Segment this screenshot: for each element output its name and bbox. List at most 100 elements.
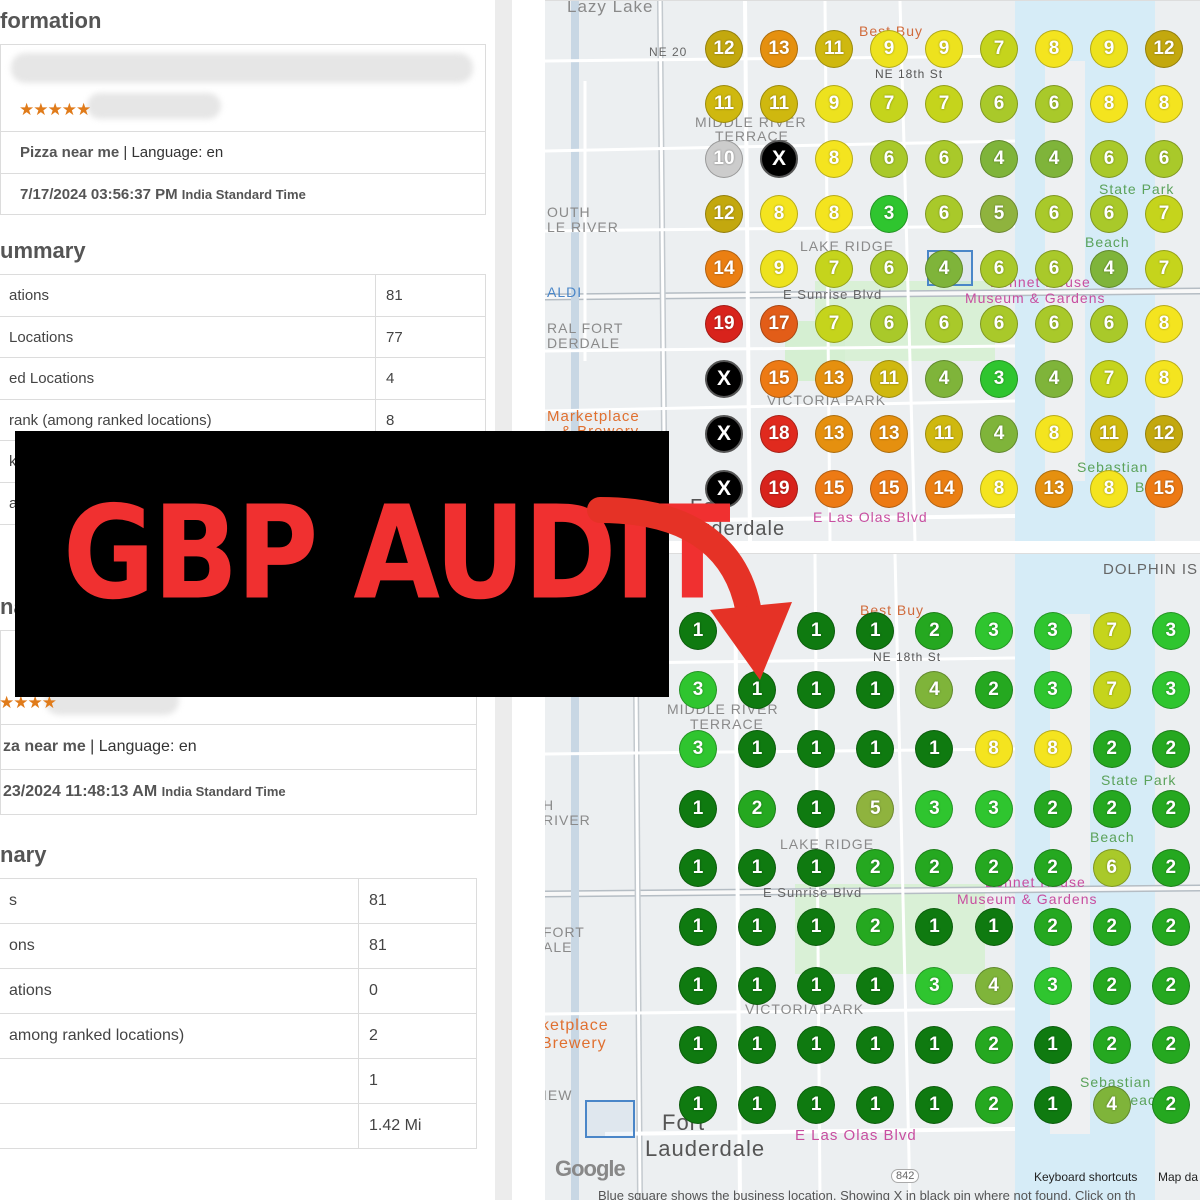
rank-pin[interactable]: 6	[1090, 305, 1128, 343]
rank-pin[interactable]: 3	[870, 195, 908, 233]
rank-pin[interactable]: 2	[974, 671, 1013, 710]
rank-pin[interactable]: 2	[738, 789, 777, 828]
rank-pin[interactable]: 1	[797, 1085, 836, 1124]
rank-pin[interactable]: 2	[1092, 730, 1131, 769]
rank-pin[interactable]: 6	[1035, 250, 1073, 288]
rank-pin[interactable]: 11	[1090, 415, 1128, 453]
rank-pin[interactable]: 1	[1033, 1026, 1072, 1065]
rank-pin[interactable]: 11	[705, 85, 743, 123]
rank-pin[interactable]: X	[760, 140, 798, 178]
rank-pin[interactable]: 13	[815, 360, 853, 398]
rank-pin[interactable]: 1	[679, 1085, 717, 1124]
rank-pin[interactable]: 8	[1145, 85, 1183, 123]
rank-pin[interactable]: 6	[925, 195, 963, 233]
rank-pin[interactable]: 7	[1092, 612, 1131, 650]
rank-pin[interactable]: 9	[925, 30, 963, 68]
rank-pin[interactable]: 9	[760, 250, 798, 288]
rank-pin[interactable]: 1	[1033, 1085, 1072, 1124]
rank-pin[interactable]: 2	[1092, 789, 1131, 828]
rank-pin[interactable]: 7	[815, 305, 853, 343]
rank-pin[interactable]: 6	[925, 305, 963, 343]
rank-pin[interactable]: 12	[1145, 30, 1183, 68]
rank-pin[interactable]: 6	[925, 140, 963, 178]
rank-pin[interactable]: 3	[1033, 671, 1072, 710]
rank-pin[interactable]: 13	[760, 30, 798, 68]
rank-pin[interactable]: 1	[856, 1085, 895, 1124]
rank-pin[interactable]: 3	[1033, 967, 1072, 1006]
rank-pin[interactable]: 7	[815, 250, 853, 288]
rank-pin[interactable]: 1	[679, 848, 717, 887]
rank-pin[interactable]: 7	[1090, 360, 1128, 398]
rank-pin[interactable]: 14	[705, 250, 743, 288]
rank-pin[interactable]: 15	[1145, 470, 1183, 508]
rank-pin[interactable]: 1	[797, 848, 836, 887]
rank-pin[interactable]: 8	[815, 140, 853, 178]
rank-pin[interactable]: 2	[974, 1026, 1013, 1065]
rank-pin[interactable]: 7	[1145, 195, 1183, 233]
rank-pin[interactable]: 6	[1092, 848, 1131, 887]
rank-pin[interactable]: 2	[1151, 908, 1190, 946]
rank-pin[interactable]: 4	[925, 250, 963, 288]
rank-pin[interactable]: X	[705, 415, 743, 453]
rank-pin[interactable]: 4	[1035, 140, 1073, 178]
rank-pin[interactable]: 8	[1035, 30, 1073, 68]
rank-pin[interactable]: 8	[974, 730, 1013, 769]
map-data-link[interactable]: Map da	[1158, 1170, 1198, 1184]
rank-pin[interactable]: 2	[1092, 967, 1131, 1006]
rank-pin[interactable]: 1	[679, 789, 717, 828]
rank-pin[interactable]: 1	[974, 908, 1013, 946]
rank-pin[interactable]: 12	[1145, 415, 1183, 453]
rank-pin[interactable]: 2	[1033, 908, 1072, 946]
rank-pin[interactable]: 9	[815, 85, 853, 123]
rank-pin[interactable]: 2	[1151, 730, 1190, 769]
rank-pin[interactable]: 11	[815, 30, 853, 68]
rank-pin[interactable]: X	[705, 360, 743, 398]
rank-pin[interactable]: 19	[705, 305, 743, 343]
rank-pin[interactable]: 11	[925, 415, 963, 453]
rank-pin[interactable]: 6	[1145, 140, 1183, 178]
rank-pin[interactable]: 8	[1035, 415, 1073, 453]
rank-pin[interactable]: 1	[738, 1085, 777, 1124]
rank-pin[interactable]: 2	[974, 848, 1013, 887]
rank-pin[interactable]: 6	[980, 305, 1018, 343]
keyboard-shortcuts-link[interactable]: Keyboard shortcuts	[1034, 1170, 1137, 1184]
rank-pin[interactable]: 2	[856, 848, 895, 887]
rank-pin[interactable]: 3	[980, 360, 1018, 398]
rank-pin[interactable]: 4	[980, 140, 1018, 178]
rank-pin[interactable]: 6	[1035, 195, 1073, 233]
rank-pin[interactable]: 13	[1035, 470, 1073, 508]
rank-pin[interactable]: 3	[1151, 612, 1190, 650]
rank-pin[interactable]: 6	[980, 250, 1018, 288]
rank-pin[interactable]: 3	[1151, 671, 1190, 710]
rank-pin[interactable]: 3	[974, 612, 1013, 650]
rank-pin[interactable]: 3	[1033, 612, 1072, 650]
rank-pin[interactable]: 17	[760, 305, 798, 343]
rank-pin[interactable]: 1	[679, 967, 717, 1006]
rank-pin[interactable]: 3	[974, 789, 1013, 828]
rank-pin[interactable]: 9	[1090, 30, 1128, 68]
rank-pin[interactable]: 12	[705, 195, 743, 233]
rank-pin[interactable]: 6	[870, 140, 908, 178]
rank-pin[interactable]: 6	[1090, 195, 1128, 233]
rank-pin[interactable]: 2	[1033, 789, 1072, 828]
rank-pin[interactable]: 5	[980, 195, 1018, 233]
rank-pin[interactable]: 8	[1033, 730, 1072, 769]
rank-pin[interactable]: 2	[1033, 848, 1072, 887]
rank-pin[interactable]: 7	[980, 30, 1018, 68]
rank-pin[interactable]: 8	[1090, 470, 1128, 508]
rank-pin[interactable]: 5	[856, 789, 895, 828]
rank-pin[interactable]: 2	[974, 1085, 1013, 1124]
rank-pin[interactable]: 2	[915, 848, 954, 887]
rank-pin[interactable]: 8	[1090, 85, 1128, 123]
rank-pin[interactable]: 2	[1151, 848, 1190, 887]
rank-pin[interactable]: 13	[815, 415, 853, 453]
rank-pin[interactable]: 8	[1145, 305, 1183, 343]
rank-pin[interactable]: 2	[1151, 1026, 1190, 1065]
rank-pin[interactable]: 1	[797, 789, 836, 828]
rank-pin[interactable]: 8	[1145, 360, 1183, 398]
rank-pin[interactable]: 6	[1090, 140, 1128, 178]
rank-pin[interactable]: 4	[1090, 250, 1128, 288]
rank-pin[interactable]: 4	[974, 967, 1013, 1006]
rank-pin[interactable]: 8	[760, 195, 798, 233]
rank-pin[interactable]: 2	[1092, 908, 1131, 946]
